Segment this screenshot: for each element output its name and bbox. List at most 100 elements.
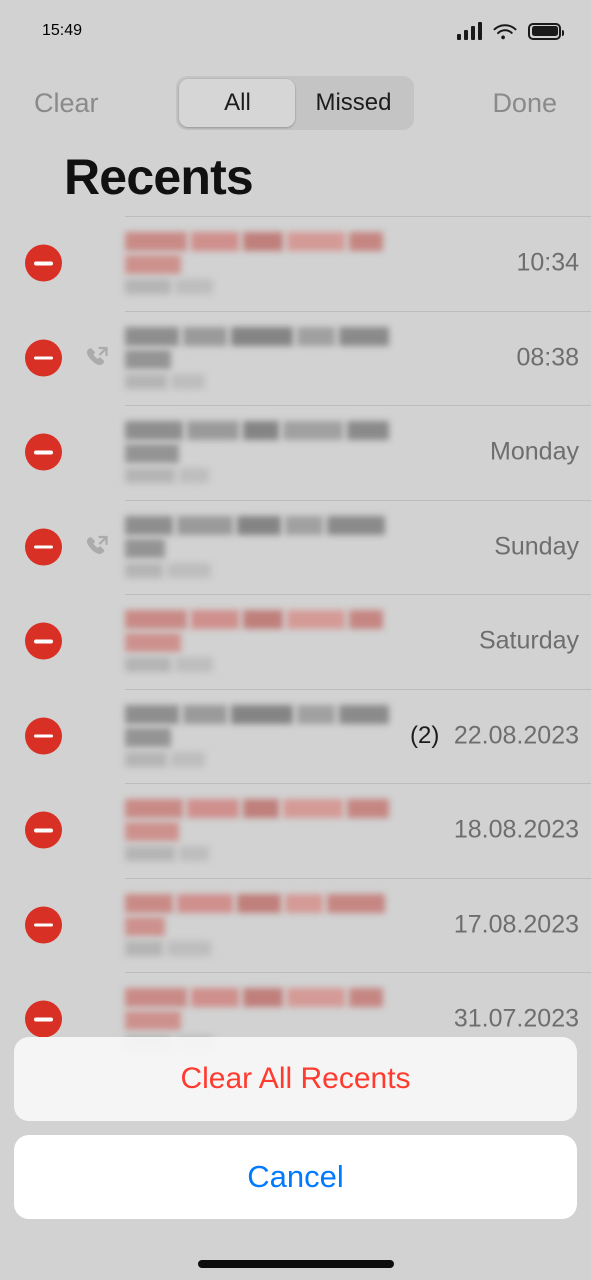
- redacted-chunk: [183, 326, 227, 346]
- redacted-chunk: [191, 232, 239, 252]
- redacted-chunk: [125, 704, 179, 724]
- redacted-chunk: [187, 421, 239, 441]
- call-timestamp: 10:34: [516, 248, 579, 277]
- contact-name-redacted: [125, 326, 425, 369]
- call-entry-details: [125, 704, 425, 767]
- contact-name-redacted: [125, 232, 425, 275]
- status-bar-time: 15:49: [42, 22, 83, 39]
- redacted-chunk: [237, 893, 281, 913]
- contact-name-redacted: [125, 610, 425, 653]
- call-entry-details: [125, 232, 425, 295]
- redacted-chunk: [191, 610, 239, 630]
- redacted-chunk: [125, 751, 167, 767]
- redacted-chunk: [243, 232, 283, 252]
- redacted-chunk: [125, 916, 165, 936]
- redacted-chunk: [287, 988, 345, 1008]
- redacted-chunk: [125, 232, 187, 252]
- recents-call-list[interactable]: 10:34 08:38 Monday Sunday Saturday (2) 22.08.2…: [0, 216, 591, 1066]
- call-label-redacted: [125, 562, 425, 578]
- home-indicator: [197, 1260, 394, 1268]
- call-timestamp: 17.08.2023: [453, 910, 579, 939]
- table-row[interactable]: Sunday: [0, 499, 591, 595]
- done-button[interactable]: Done: [486, 84, 563, 123]
- redacted-chunk: [167, 562, 211, 578]
- action-sheet: Clear All Recents Cancel: [0, 1037, 591, 1280]
- redacted-chunk: [125, 444, 179, 464]
- cancel-button[interactable]: Cancel: [14, 1135, 577, 1219]
- redacted-chunk: [287, 610, 345, 630]
- redacted-chunk: [125, 326, 179, 346]
- table-row[interactable]: 08:38: [0, 310, 591, 406]
- table-row[interactable]: 18.08.2023: [0, 783, 591, 878]
- table-row[interactable]: 10:34: [0, 216, 591, 311]
- redacted-chunk: [347, 799, 389, 819]
- redacted-chunk: [243, 421, 279, 441]
- redacted-chunk: [243, 799, 279, 819]
- redacted-chunk: [327, 515, 385, 535]
- redacted-chunk: [171, 373, 205, 389]
- redacted-chunk: [297, 704, 335, 724]
- minus-circle-icon[interactable]: [25, 811, 62, 849]
- minus-circle-icon[interactable]: [25, 244, 62, 282]
- redacted-chunk: [125, 633, 181, 653]
- call-label-redacted: [125, 940, 425, 956]
- redacted-chunk: [297, 326, 335, 346]
- call-entry-details: [125, 799, 425, 862]
- call-timestamp: 22.08.2023: [453, 721, 579, 750]
- battery-full-icon: [528, 22, 564, 40]
- redacted-chunk: [125, 799, 183, 819]
- call-timestamp: 08:38: [516, 343, 579, 372]
- redacted-chunk: [191, 988, 239, 1008]
- redacted-chunk: [349, 610, 383, 630]
- redacted-chunk: [347, 421, 389, 441]
- redacted-chunk: [285, 515, 323, 535]
- outgoing-call-icon: [82, 533, 110, 561]
- minus-circle-icon[interactable]: [25, 717, 62, 755]
- redacted-chunk: [243, 610, 283, 630]
- redacted-chunk: [287, 232, 345, 252]
- outgoing-call-icon: [82, 344, 110, 372]
- call-filter-segmented-control[interactable]: All Missed: [176, 76, 415, 130]
- call-entry-details: [125, 326, 425, 389]
- redacted-chunk: [125, 515, 173, 535]
- table-row[interactable]: Saturday: [0, 594, 591, 689]
- redacted-chunk: [243, 988, 283, 1008]
- redacted-chunk: [177, 893, 233, 913]
- minus-circle-icon[interactable]: [25, 906, 62, 944]
- call-timestamp: 18.08.2023: [453, 815, 579, 844]
- call-entry-details: [125, 515, 425, 578]
- table-row[interactable]: Monday: [0, 405, 591, 500]
- minus-circle-icon[interactable]: [25, 339, 62, 377]
- table-row[interactable]: (2) 22.08.2023: [0, 688, 591, 784]
- table-row[interactable]: 17.08.2023: [0, 877, 591, 973]
- segment-all[interactable]: All: [179, 79, 296, 127]
- redacted-chunk: [283, 421, 343, 441]
- wifi-icon: [493, 24, 517, 40]
- clear-all-recents-button[interactable]: Clear All Recents: [14, 1037, 577, 1121]
- segment-missed[interactable]: Missed: [295, 79, 411, 127]
- redacted-chunk: [179, 468, 209, 484]
- redacted-chunk: [125, 988, 187, 1008]
- redacted-chunk: [175, 279, 213, 295]
- redacted-chunk: [167, 940, 211, 956]
- redacted-chunk: [125, 940, 163, 956]
- redacted-chunk: [125, 538, 165, 558]
- redacted-chunk: [349, 232, 383, 252]
- nav-bar: Clear All Missed Done: [0, 62, 591, 144]
- call-label-redacted: [125, 373, 425, 389]
- minus-circle-icon[interactable]: [25, 622, 62, 660]
- redacted-chunk: [187, 799, 239, 819]
- call-repeat-count: (2): [410, 721, 440, 749]
- minus-circle-icon[interactable]: [25, 528, 62, 566]
- redacted-chunk: [179, 846, 209, 862]
- minus-circle-icon[interactable]: [25, 433, 62, 471]
- redacted-chunk: [125, 657, 171, 673]
- clear-button[interactable]: Clear: [28, 84, 105, 123]
- contact-name-redacted: [125, 988, 425, 1031]
- redacted-chunk: [339, 326, 389, 346]
- minus-circle-icon[interactable]: [25, 1000, 62, 1038]
- redacted-chunk: [183, 704, 227, 724]
- call-entry-details: [125, 421, 425, 484]
- call-timestamp: 31.07.2023: [453, 1004, 579, 1033]
- call-timestamp: Saturday: [478, 626, 579, 655]
